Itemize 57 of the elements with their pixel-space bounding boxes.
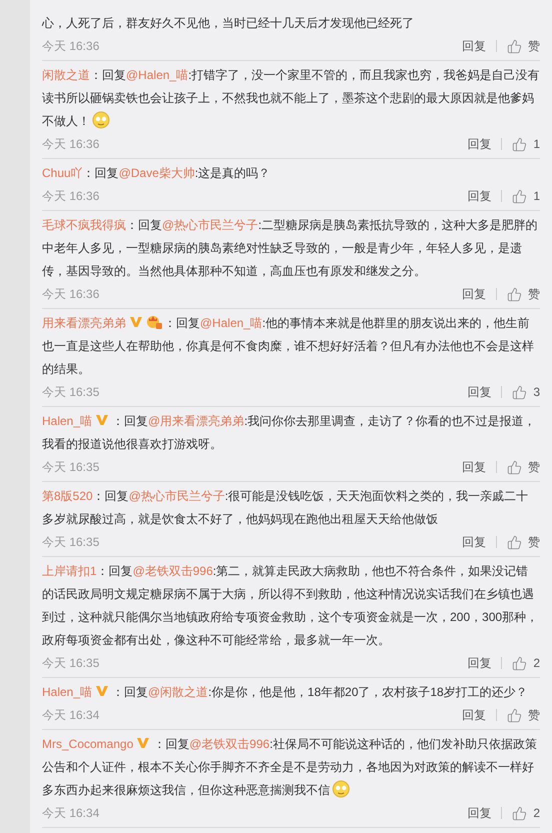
reply-button[interactable]: 回复 bbox=[462, 37, 486, 55]
comment-text: 上岸请扣1：回复@老铁双击996:第二，就算走民政大病救助，他也不符合条件，如果没记错的话民政局明文规定糖尿病不属于大病，所以得不到救助，他这种情况说实话我们在乡镇也遇到过，这种就只能偶尔当地镇政府给专项资金救助，这个专项资金就是一次，200，300那种，政府每项资金都有出处，像这种不可能经常给，最多就一年一次。 bbox=[42, 563, 540, 649]
thumbs-up-icon bbox=[512, 384, 528, 400]
comment-text: Halen_喵 ：回复@闲散之道:你是你，他是他，18年都20了，农村孩子18岁打工的还少？ bbox=[42, 684, 529, 701]
reply-button[interactable]: 回复 bbox=[467, 135, 492, 153]
comment-time: 今天 16:35 bbox=[42, 655, 100, 672]
like-button[interactable]: 2 bbox=[512, 804, 540, 822]
comment-text: Halen_喵 ：回复@用来看漂亮弟弟:我问你你去那里调查，走访了？你看的也不过是报道，我看的报道说他很喜欢打游戏呀。 bbox=[42, 413, 537, 453]
comment-time: 今天 16:35 bbox=[42, 384, 100, 401]
comment-time: 今天 16:34 bbox=[42, 707, 100, 724]
verified-icon bbox=[95, 414, 110, 426]
comment-time: 今天 16:35 bbox=[42, 459, 100, 476]
comment-text: Chuu吖：回复@Dave柴大帅:这是真的吗？ bbox=[42, 165, 272, 182]
reply-button[interactable]: 回复 bbox=[462, 533, 486, 551]
thumbs-up-icon bbox=[512, 136, 528, 152]
like-button[interactable]: 赞 bbox=[507, 285, 540, 303]
comment-text: 第8版520：回复@热心市民兰兮子:很可能是没钱吃饭，天天泡面饮料之类的，我一亲戚二十多岁就尿酸过高，就是饮食太不好了，他妈妈现在跑他出租屋天天给他做饭 bbox=[42, 488, 530, 528]
thumbs-up-icon bbox=[507, 286, 522, 302]
reply-button[interactable]: 回复 bbox=[467, 383, 492, 401]
like-button[interactable]: 赞 bbox=[507, 458, 540, 476]
comment-time: 今天 16:36 bbox=[42, 286, 100, 303]
reply-button[interactable]: 回复 bbox=[467, 654, 492, 672]
comment-time: 今天 16:35 bbox=[42, 534, 100, 551]
emoji-icon bbox=[92, 111, 110, 129]
reply-button[interactable]: 回复 bbox=[467, 804, 492, 822]
verified-icon bbox=[95, 685, 110, 697]
verified-icon bbox=[136, 737, 150, 749]
thumbs-up-icon bbox=[507, 38, 522, 54]
like-button[interactable]: 赞 bbox=[507, 37, 540, 55]
comment-text: 用来看漂亮弟弟 ：回复@Halen_喵:他的事情本来就是他群里的朋友说出来的，他生前也一直是这些人在帮助他，你真是何不食肉糜，谁不想好好活着？但凡有办法他也不会是这样的结果。 bbox=[42, 313, 535, 378]
comment-time: 今天 16:36 bbox=[42, 188, 100, 205]
comment-text: Mrs_Cocomango ：回复@老铁双击996:社保局不可能说这种话的，他们发补助只依据政策公告和个人证件，根本不关心你手脚齐不齐全是不是劳动力，各地因为对政策的解读不一样好多东西办起来很麻烦这我信，但你这种恶意揣测我不信 bbox=[42, 736, 538, 800]
thumbs-up-icon bbox=[507, 708, 522, 722]
like-button[interactable]: 赞 bbox=[507, 706, 540, 724]
crown-badge-icon bbox=[146, 314, 162, 329]
thumbs-up-icon bbox=[512, 806, 528, 820]
thumbs-up-icon bbox=[512, 188, 528, 204]
reply-button[interactable]: 回复 bbox=[462, 285, 486, 303]
like-button[interactable]: 1 bbox=[512, 187, 540, 205]
verified-icon bbox=[129, 316, 143, 328]
like-button[interactable]: 1 bbox=[512, 135, 540, 153]
comment-time: 今天 16:36 bbox=[42, 136, 100, 153]
comment-time: 今天 16:34 bbox=[42, 805, 100, 822]
comment-text: 闲散之道：回复@Halen_喵:打错字了，没一个家里不管的，而且我家也穷，我爸妈是自己没有读书所以砸锅卖铁也会让孩子上，不然我也就不能上了，墨茶这个悲剧的最大原因就是他爹妈不做人！ bbox=[42, 67, 540, 131]
thumbs-up-icon bbox=[507, 460, 522, 474]
like-button[interactable]: 赞 bbox=[507, 533, 540, 551]
comment-time: 今天 16:36 bbox=[42, 38, 100, 55]
like-button[interactable]: 3 bbox=[512, 383, 540, 401]
comment-text: 毛球不疯我得疯：回复@热心市民兰兮子:二型糖尿病是胰岛素抵抗导致的，这种大多是肥胖的中老年人多见，一型糖尿病的胰岛素绝对性缺乏导致的，一般是青少年，年轻人多见，是遗传，基因导致的。当然他具体那种不知道，高血压也有原发和继发之分。 bbox=[42, 217, 539, 280]
reply-button[interactable]: 回复 bbox=[462, 458, 486, 476]
like-button[interactable]: 2 bbox=[512, 654, 540, 672]
reply-button[interactable]: 回复 bbox=[462, 706, 486, 724]
thumbs-up-icon bbox=[507, 534, 522, 550]
comment-text: 心，人死了后，群友好久不见他，当时已经十几天后才发现他已经死了 bbox=[42, 15, 415, 32]
thumbs-up-icon bbox=[512, 656, 528, 670]
emoji-icon bbox=[332, 780, 350, 798]
reply-button[interactable]: 回复 bbox=[467, 187, 492, 205]
